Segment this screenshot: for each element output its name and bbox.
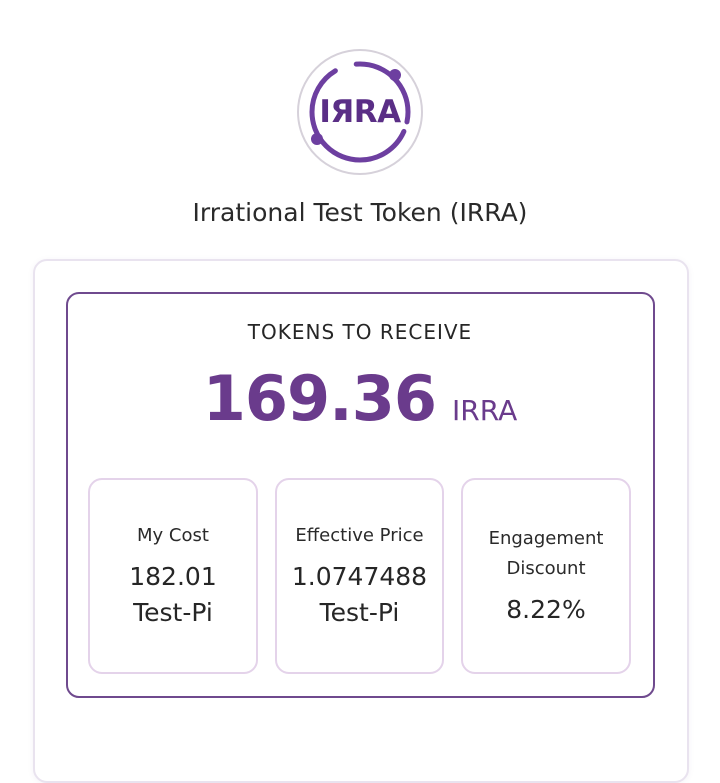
logo-text: IЯRA — [319, 94, 401, 130]
engagement-discount-label: Engagement Discount — [488, 528, 604, 579]
token-logo: IЯRA — [296, 48, 424, 176]
tokens-amount-row: 169.36 IRRA — [0, 362, 720, 435]
effective-price-label: Effective Price — [295, 525, 424, 546]
my-cost-value: 182.01 Test-Pi — [129, 562, 217, 627]
tokens-amount: 169.36 — [202, 362, 437, 435]
tokens-unit: IRRA — [452, 394, 518, 427]
token-title: Irrational Test Token (IRRA) — [192, 198, 528, 227]
tokens-to-receive-label: TOKENS TO RECEIVE — [247, 320, 473, 344]
engagement-discount-value: 8.22% — [506, 595, 586, 624]
my-cost-label: My Cost — [137, 525, 209, 546]
engagement-discount-card: Engagement Discount 8.22% — [461, 478, 631, 674]
effective-price-card: Effective Price 1.0747488 Test-Pi — [275, 478, 444, 674]
effective-price-value: 1.0747488 Test-Pi — [291, 562, 428, 627]
my-cost-card: My Cost 182.01 Test-Pi — [88, 478, 258, 674]
